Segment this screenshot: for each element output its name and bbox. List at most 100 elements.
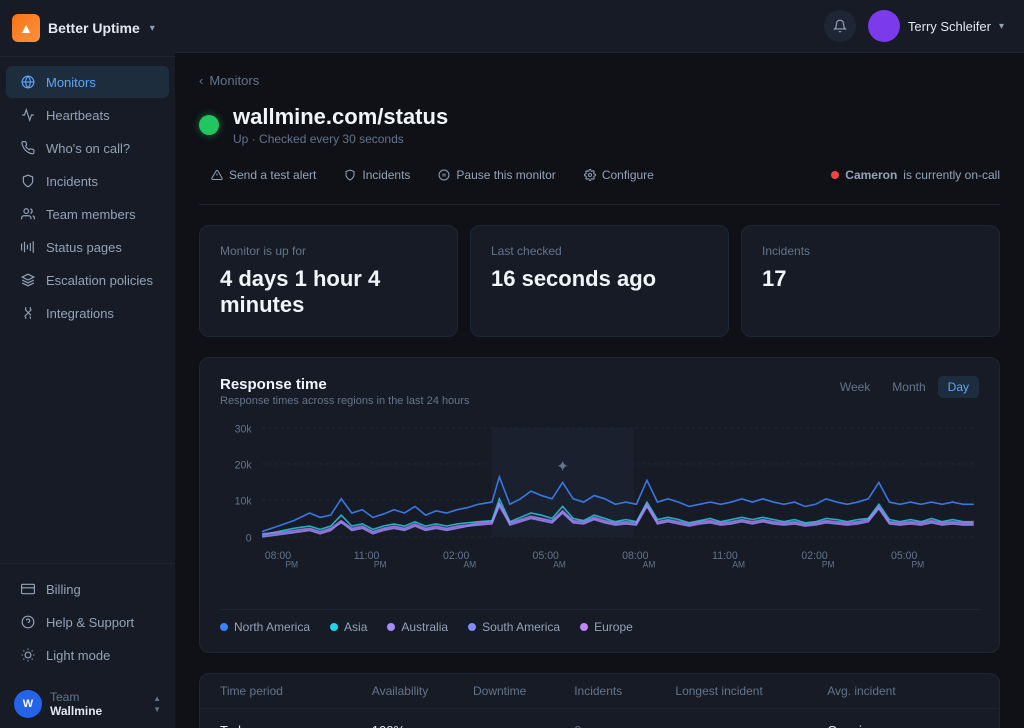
sidebar-item-escalation[interactable]: Escalation policies <box>6 264 169 296</box>
nav-label-heartbeats: Heartbeats <box>46 108 110 123</box>
sidebar-chevron-icon: ▾ <box>150 23 155 34</box>
sidebar-item-team-members[interactable]: Team members <box>6 198 169 230</box>
nav-label-team-members: Team members <box>46 207 136 222</box>
legend-dot <box>580 623 588 631</box>
globe-icon <box>20 74 36 90</box>
table-header: Time periodAvailabilityDowntimeIncidents… <box>200 674 999 709</box>
table-header-time-period: Time period <box>220 684 372 698</box>
app-name: Better Uptime <box>48 20 140 36</box>
nav-label-monitors: Monitors <box>46 75 96 90</box>
sidebar-item-heartbeats[interactable]: Heartbeats <box>6 99 169 131</box>
plug-icon <box>20 305 36 321</box>
stat-label-1: Last checked <box>491 244 708 258</box>
stat-label-2: Incidents <box>762 244 979 258</box>
chart-title: Response time <box>220 376 469 393</box>
svg-text:PM: PM <box>374 559 387 569</box>
legend-dot <box>387 623 395 631</box>
legend-label: Asia <box>344 620 367 634</box>
svg-text:AM: AM <box>732 559 745 569</box>
chart-svg: 30k 20k 10k 0 <box>220 417 979 597</box>
legend-item-europe: Europe <box>580 620 633 634</box>
table-cell-0-4: none <box>675 723 827 728</box>
stat-card-0: Monitor is up for 4 days 1 hour 4 minute… <box>199 225 458 337</box>
on-call-status: is currently on-call <box>903 168 1000 182</box>
chart-tab-month[interactable]: Month <box>882 376 935 398</box>
phone-icon <box>20 140 36 156</box>
breadcrumb-chevron-icon: ‹ <box>199 73 203 88</box>
help-support-label: Help & Support <box>46 615 134 630</box>
team-avatar: W <box>14 690 42 718</box>
layers-icon <box>20 272 36 288</box>
configure-button[interactable]: Configure <box>572 162 666 188</box>
sidebar-header: ▲ Better Uptime ▾ <box>0 0 175 57</box>
breadcrumb-label[interactable]: Monitors <box>209 73 259 88</box>
sidebar-item-integrations[interactable]: Integrations <box>6 297 169 329</box>
stat-value-2: 17 <box>762 266 979 292</box>
monitor-header: wallmine.com/status Up · Checked every 3… <box>199 104 1000 146</box>
svg-text:AM: AM <box>643 559 656 569</box>
pulse-icon <box>20 107 36 123</box>
stat-card-1: Last checked 16 seconds ago <box>470 225 729 337</box>
legend-item-asia: Asia <box>330 620 367 634</box>
legend-label: South America <box>482 620 560 634</box>
svg-text:PM: PM <box>912 559 925 569</box>
send-test-alert-button[interactable]: Send a test alert <box>199 162 328 188</box>
sidebar-item-incidents[interactable]: Incidents <box>6 165 169 197</box>
stat-value-0: 4 days 1 hour 4 minutes <box>220 266 437 318</box>
svg-text:0: 0 <box>246 532 252 544</box>
legend-item-australia: Australia <box>387 620 448 634</box>
action-bar: Send a test alert Incidents Pause this m… <box>199 162 1000 205</box>
notifications-button[interactable] <box>824 10 856 42</box>
svg-text:20k: 20k <box>235 459 253 471</box>
nav-label-incidents: Incidents <box>46 174 98 189</box>
chart-tabs: Week Month Day <box>830 376 979 398</box>
on-call-dot <box>831 171 839 179</box>
signal-icon <box>20 239 36 255</box>
table-header-availability: Availability <box>372 684 473 698</box>
chart-tab-week[interactable]: Week <box>830 376 880 398</box>
table-row: Today100%none0noneOngoing <box>200 709 999 728</box>
svg-text:30k: 30k <box>235 423 253 435</box>
stat-label-0: Monitor is up for <box>220 244 437 258</box>
nav-label-whos-on-call: Who's on call? <box>46 141 130 156</box>
sidebar-item-billing[interactable]: Billing <box>6 573 169 605</box>
legend-label: North America <box>234 620 310 634</box>
sidebar-bottom: Billing Help & Support Light mode <box>0 563 175 680</box>
legend-item-south-america: South America <box>468 620 560 634</box>
pause-monitor-button[interactable]: Pause this monitor <box>426 162 567 188</box>
table-header-avg.-incident: Avg. incident <box>827 684 979 698</box>
stat-card-2: Incidents 17 <box>741 225 1000 337</box>
legend-label: Australia <box>401 620 448 634</box>
user-menu[interactable]: Terry Schleifer ▾ <box>868 10 1004 42</box>
sidebar-footer: W Team Wallmine ▲ ▼ <box>0 680 175 728</box>
user-menu-chevron-icon: ▾ <box>999 21 1004 32</box>
sidebar-item-light-mode[interactable]: Light mode <box>6 639 169 671</box>
monitor-url: wallmine.com/status <box>233 104 448 130</box>
help-icon <box>20 614 36 630</box>
response-time-chart-card: Response time Response times across regi… <box>199 357 1000 653</box>
sidebar-item-status-pages[interactable]: Status pages <box>6 231 169 263</box>
sidebar-item-help-support[interactable]: Help & Support <box>6 606 169 638</box>
nav-label-integrations: Integrations <box>46 306 114 321</box>
card-icon <box>20 581 36 597</box>
sidebar-item-whos-on-call[interactable]: Who's on call? <box>6 132 169 164</box>
table-cell-0-0: Today <box>220 723 372 728</box>
sidebar-item-monitors[interactable]: Monitors <box>6 66 169 98</box>
table-cell-0-1: 100% <box>372 723 473 728</box>
team-switcher[interactable]: ▲ ▼ <box>153 694 161 714</box>
sidebar-nav: Monitors Heartbeats Who's on call? Incid… <box>0 57 175 563</box>
incidents-button[interactable]: Incidents <box>332 162 422 188</box>
svg-text:AM: AM <box>464 559 477 569</box>
nav-label-escalation: Escalation policies <box>46 273 153 288</box>
stat-value-1: 16 seconds ago <box>491 266 708 292</box>
chart-tab-day[interactable]: Day <box>938 376 979 398</box>
svg-text:PM: PM <box>285 559 298 569</box>
breadcrumb: ‹ Monitors <box>199 73 1000 88</box>
sun-icon <box>20 647 36 663</box>
legend-label: Europe <box>594 620 633 634</box>
table-header-longest-incident: Longest incident <box>675 684 827 698</box>
incidents-label: Incidents <box>362 168 410 182</box>
sidebar: ▲ Better Uptime ▾ Monitors Heartbeats Wh… <box>0 0 175 728</box>
nav-label-status-pages: Status pages <box>46 240 122 255</box>
table-cell-0-5: Ongoing <box>827 723 979 728</box>
